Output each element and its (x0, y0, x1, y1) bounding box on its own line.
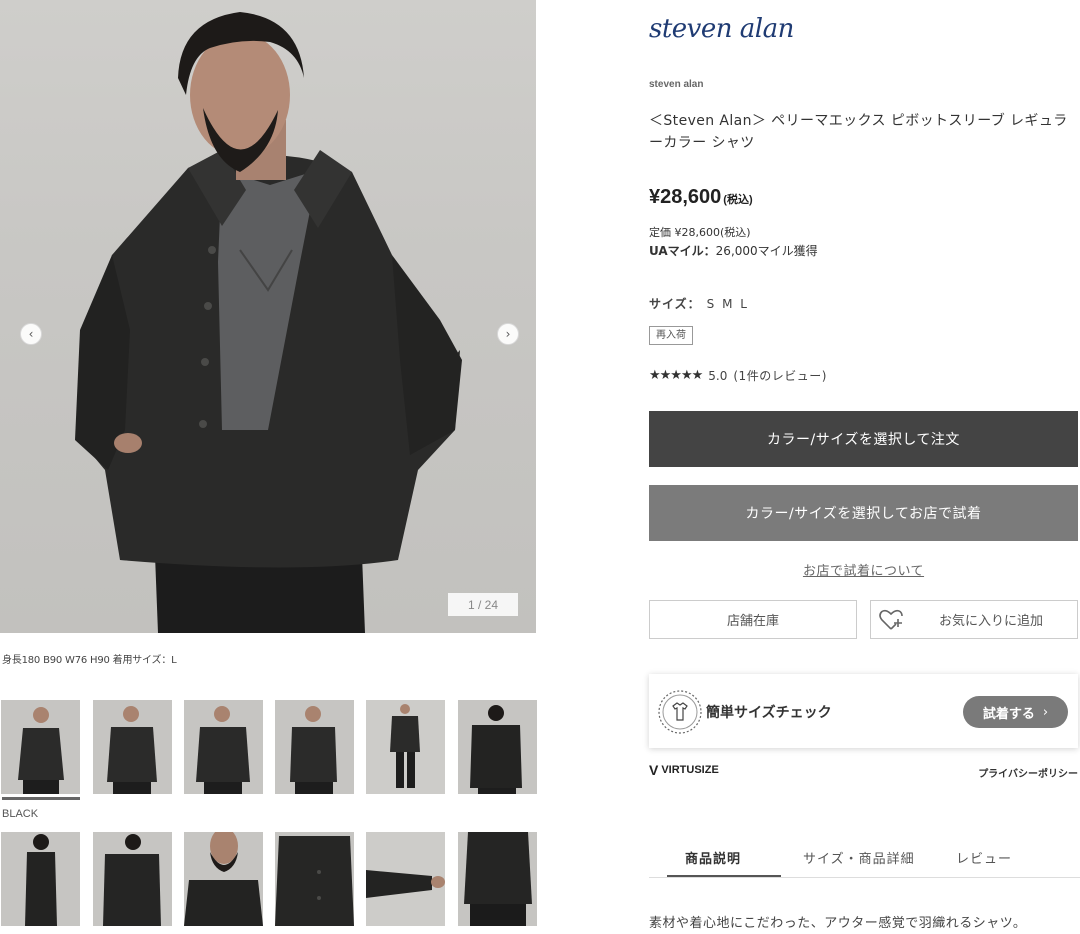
store-tryon-button[interactable]: カラー/サイズを選択してお店で試着 (649, 485, 1078, 541)
prev-image-button[interactable]: ‹ (20, 323, 42, 345)
selected-thumbnail-indicator (2, 797, 80, 800)
thumbnail[interactable] (458, 832, 537, 926)
privacy-policy-link[interactable]: プライバシーポリシー (978, 765, 1078, 780)
thumbnail[interactable] (184, 832, 263, 926)
description-text: 素材や着心地にこだわった、アウター感覚で羽織れるシャツ。 (649, 916, 1027, 931)
favorite-label: お気に入りに追加 (938, 614, 1043, 629)
thumbnail[interactable] (1, 832, 80, 926)
thumbnail[interactable] (275, 700, 354, 794)
main-product-image[interactable]: ‹ › 1 / 24 (0, 0, 536, 633)
size-check-widget: 簡単サイズチェック 試着する › (649, 674, 1078, 748)
price: ¥28,600 (税込) (649, 186, 753, 209)
add-favorite-button[interactable]: お気に入りに追加 (870, 600, 1078, 639)
review-count-link[interactable]: (1件のレビュー) (733, 367, 827, 384)
color-label: BLACK (2, 808, 39, 820)
thumbnail[interactable] (366, 700, 445, 794)
try-on-label: 試着する (982, 706, 1035, 722)
price-value: ¥28,600 (649, 186, 722, 208)
restock-badge: 再入荷 (649, 326, 693, 345)
miles-label: UAマイル： (649, 244, 716, 258)
size-values: S M L (706, 297, 749, 311)
next-image-button[interactable]: › (497, 323, 519, 345)
ua-miles: UAマイル：26,000マイル獲得 (649, 242, 818, 259)
chevron-left-icon: ‹ (28, 327, 34, 341)
model-caption: 身長180 B90 W76 H90 着用サイズ：L (2, 655, 177, 666)
size-info: サイズ： S M L (649, 295, 749, 312)
virtusize-mark-icon: V (649, 762, 659, 778)
store-stock-button[interactable]: 店舗在庫 (649, 600, 857, 639)
product-tabs: 商品説明 サイズ・商品詳細 レビュー (649, 838, 1080, 878)
rating[interactable]: ★★★★★ 5.0 (1件のレビュー) (649, 367, 827, 384)
heart-plus-icon (879, 609, 903, 630)
size-label: サイズ： (649, 297, 701, 311)
product-title: ＜Steven Alan＞ ペリーマエックス ピボットスリーブ レギュラーカラー… (649, 113, 1068, 151)
product-info-panel: steven alan steven alan ＜Steven Alan＞ ペリ… (649, 0, 1080, 934)
price-tax-note: (税込) (723, 194, 753, 206)
brand-name-link[interactable]: steven alan (649, 79, 703, 90)
shirt-size-icon (658, 690, 702, 734)
store-tryon-info-link[interactable]: お店で試着について (649, 560, 1078, 579)
image-counter: 1 / 24 (448, 593, 518, 616)
list-price: 定価 ¥28,600(税込) (649, 226, 751, 239)
size-check-label: 簡単サイズチェック (706, 705, 832, 721)
model-photo (75, 12, 462, 633)
thumbnail[interactable] (93, 832, 172, 926)
star-rating-icon: ★★★★★ (649, 368, 703, 383)
brand-logo[interactable]: steven alan (649, 14, 794, 44)
order-button[interactable]: カラー/サイズを選択して注文 (649, 411, 1078, 467)
chevron-right-icon: › (1042, 704, 1049, 720)
thumbnail[interactable] (275, 832, 354, 926)
tab-size-detail[interactable]: サイズ・商品詳細 (803, 848, 915, 867)
miles-value: 26,000マイル獲得 (715, 244, 818, 258)
thumbnail[interactable] (366, 832, 445, 926)
thumbnail[interactable] (458, 700, 537, 794)
tab-review[interactable]: レビュー (956, 848, 1012, 867)
thumbnail[interactable] (184, 700, 263, 794)
active-tab-indicator (667, 875, 781, 877)
chevron-right-icon: › (505, 327, 511, 341)
tab-description[interactable]: 商品説明 (685, 848, 741, 867)
try-on-size-button[interactable]: 試着する › (963, 696, 1068, 728)
thumbnail[interactable] (1, 700, 80, 794)
virtusize-brand: VIRTUSIZE (661, 764, 719, 776)
virtusize-logo: V VIRTUSIZE (649, 762, 719, 778)
thumbnail[interactable] (93, 700, 172, 794)
rating-value: 5.0 (708, 368, 728, 383)
